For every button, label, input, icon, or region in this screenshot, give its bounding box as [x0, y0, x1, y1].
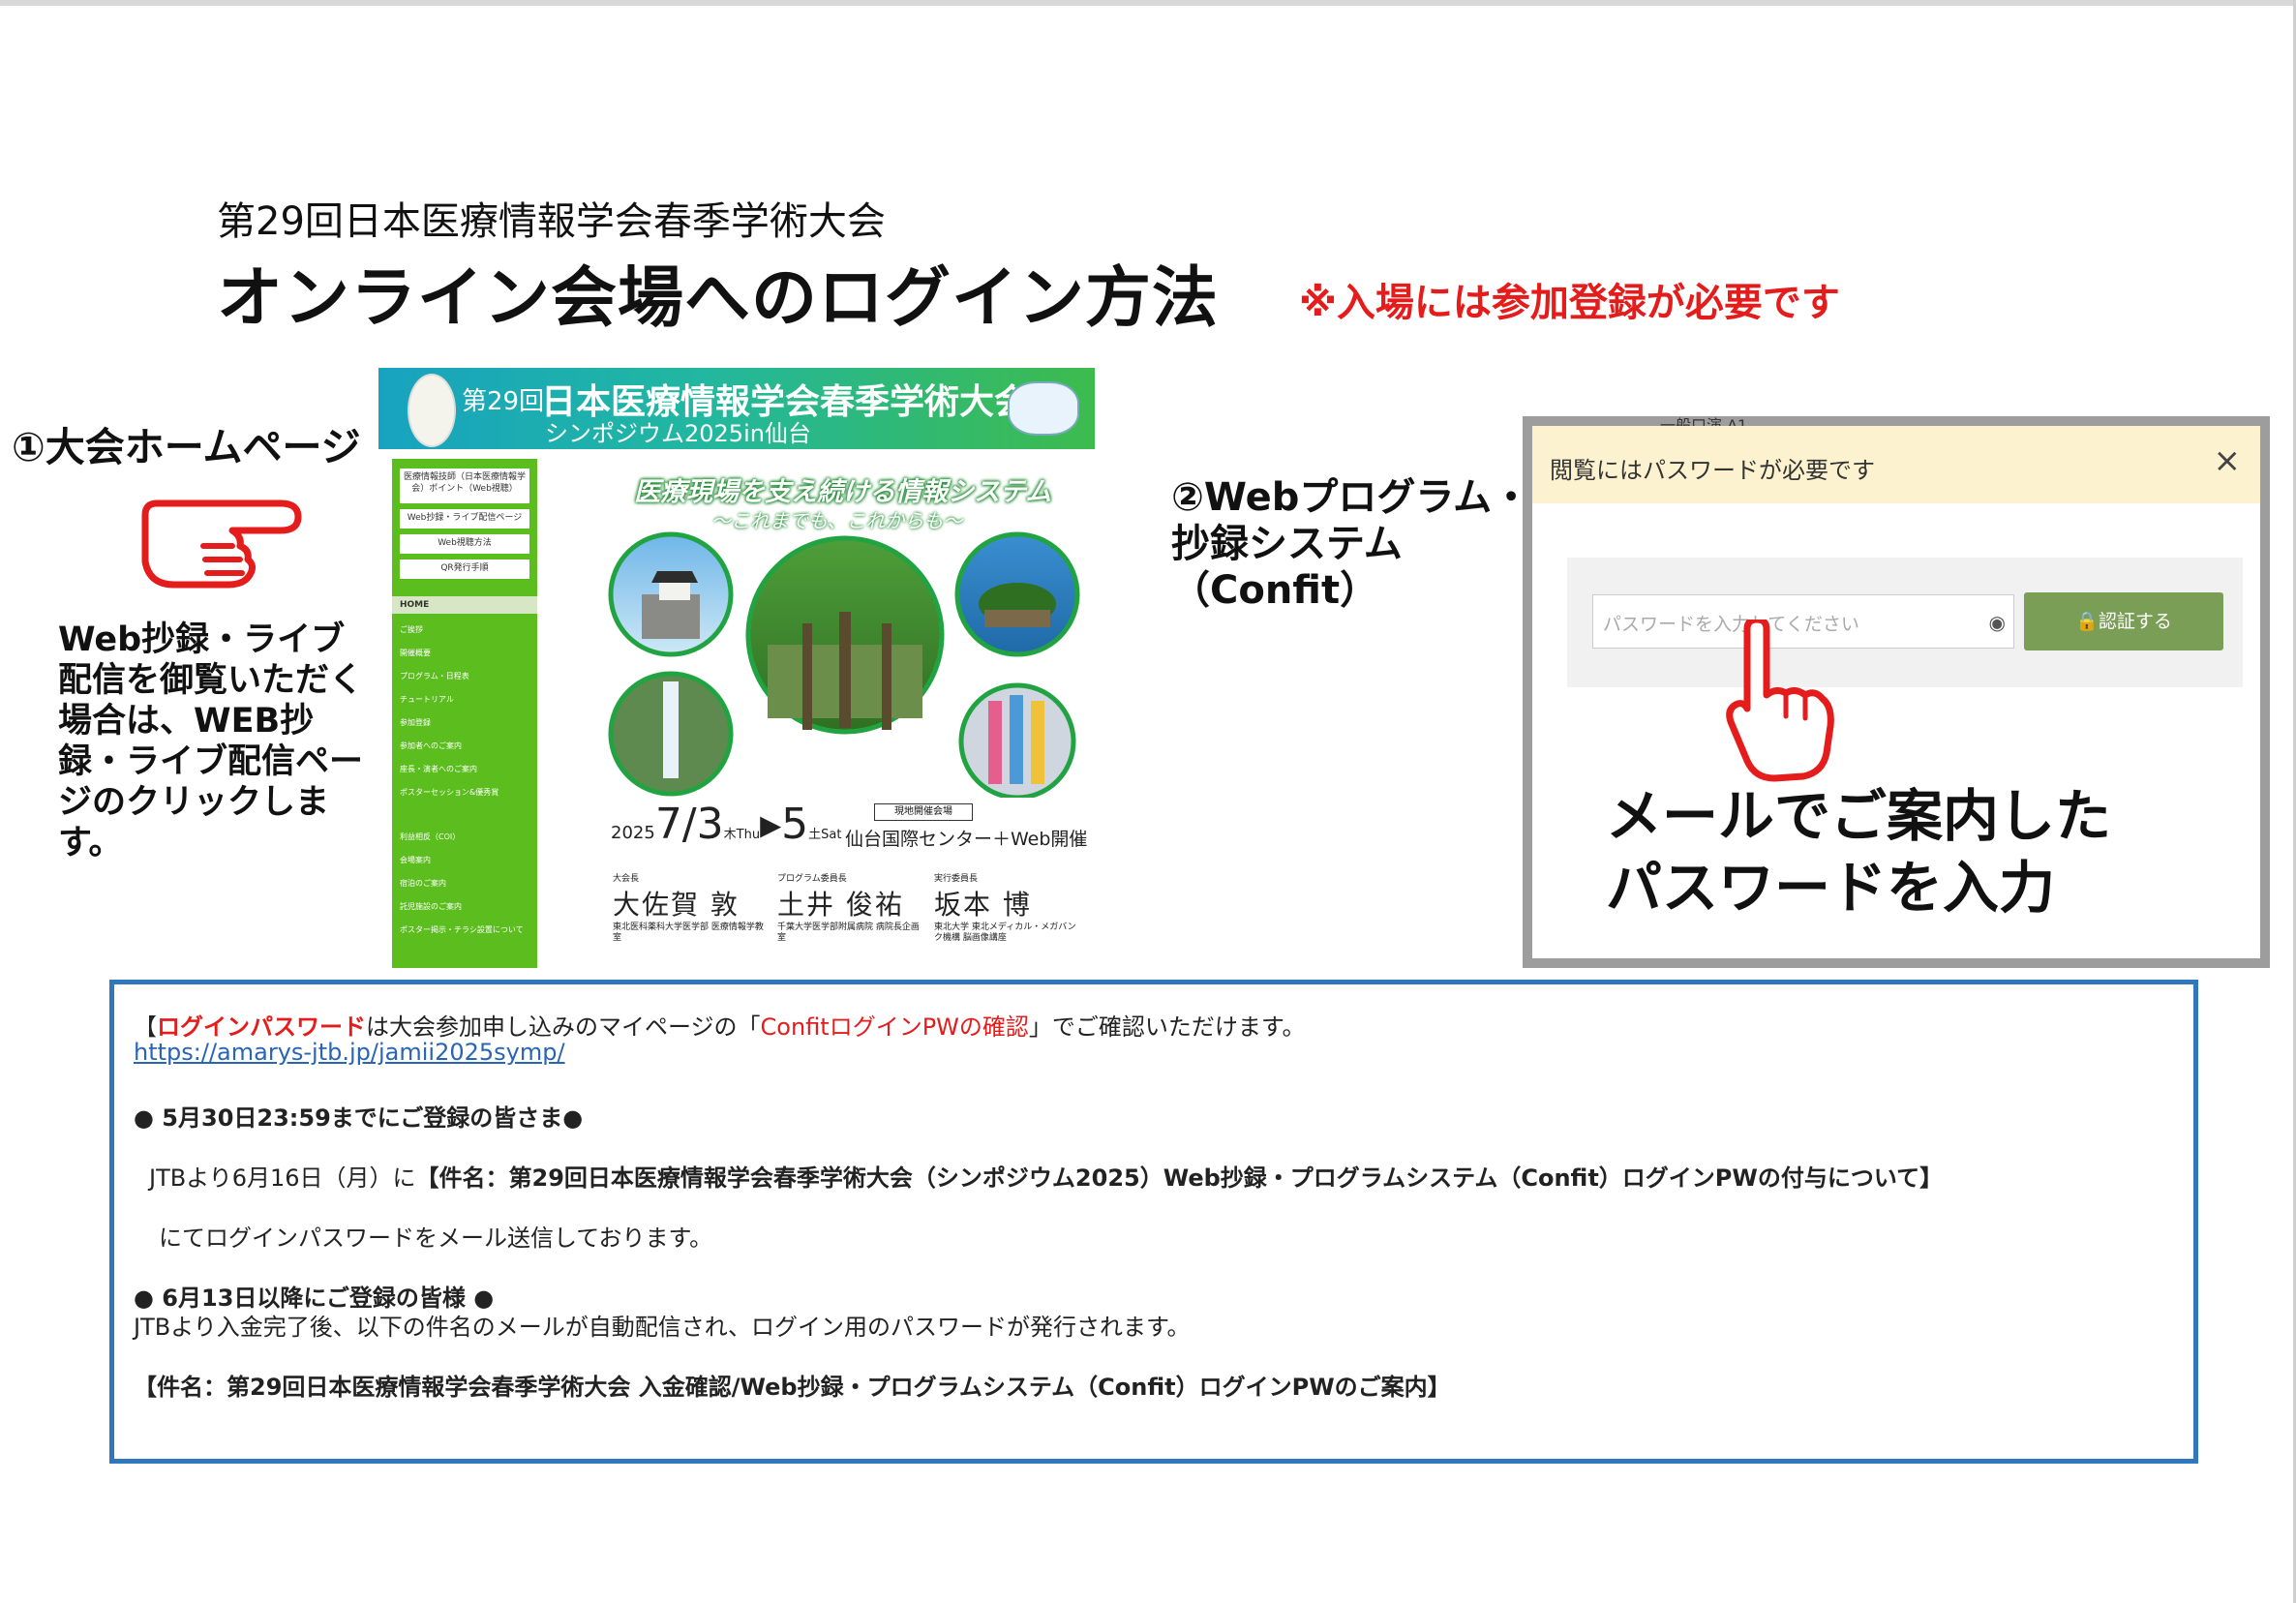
date-arrow: ▸: [760, 800, 782, 849]
password-location-line: 【ログインパスワードは大会参加申し込みのマイページの「ConfitログインPWの…: [134, 1008, 1306, 1042]
date-start-dow: 木: [723, 828, 737, 842]
registration-link[interactable]: https://amarys-jtb.jp/jamii2025symp/: [134, 1039, 565, 1066]
sidebar-item[interactable]: 座長・演者へのご案内: [400, 765, 535, 774]
conference-subtitle: 第29回日本医療情報学会春季学術大会: [217, 199, 886, 244]
sidebar-item[interactable]: ポスター掲示・チラシ設置について: [400, 925, 535, 935]
date-end-en: Sat: [821, 828, 842, 842]
banner-symposium: シンポジウム2025in仙台: [545, 420, 811, 447]
line-text: JTBより6月16日（月）に: [149, 1164, 416, 1192]
sidebar-item[interactable]: チュートリアル: [400, 695, 535, 705]
organizer-affiliation: 千葉大学医学部附属病院 病院長企画室: [777, 922, 920, 943]
organizer-role: プログラム委員長: [777, 874, 847, 884]
modal-header: 閲覧にはパスワードが必要です ×: [1532, 426, 2260, 503]
organizer: 実行委員長 坂本 博 東北大学 東北メディカル・メガバンク機構 脳画像講座: [934, 871, 1079, 944]
line-text: は大会参加申し込みのマイページの「: [366, 1013, 761, 1041]
date-start-en: Thu: [736, 828, 761, 842]
step2-label-line: （Confit）: [1171, 568, 1379, 613]
pointing-hand-right-icon: [141, 499, 302, 589]
modal-body: パスワードを入力してください ◉ 🔒認証する: [1567, 558, 2243, 687]
homepage-tagline-sub: 〜これまでも、これからも〜: [711, 509, 963, 532]
section1-heading: ● 5月30日23:59までにご登録の皆さま●: [134, 1104, 584, 1132]
organizer-affiliation: 東北医科薬科大学医学部 医療情報学教室: [613, 922, 764, 943]
venue: 仙台国際センター＋Web開催: [845, 829, 1088, 850]
sidebar-item[interactable]: 会場案内: [400, 856, 535, 865]
date-end-dow: 土: [808, 828, 822, 842]
eye-icon[interactable]: ◉: [1989, 611, 2006, 634]
mail-subject: 【件名：第29回日本医療情報学会春季学術大会（シンポジウム2025）Web抄録・…: [415, 1164, 1944, 1192]
sidebar-box-points[interactable]: 医療情報技師（日本医療情報学会）ポイント（Web視聴）: [400, 469, 529, 503]
sidebar-item[interactable]: ご挨拶: [400, 625, 535, 635]
section1-line2: にてログインパスワードをメール送信しております。: [159, 1225, 713, 1252]
jami-logo-icon: [408, 374, 456, 447]
organizer: 大会長 大佐賀 敦 東北医科薬科大学医学部 医療情報学教室: [613, 871, 768, 944]
pointing-hand-down-icon: [1726, 620, 1834, 782]
organizer-role: 実行委員長: [934, 874, 979, 884]
registration-notice: ※入場には参加登録が必要です: [1299, 281, 1840, 325]
banner-ordinal: 第29回: [462, 387, 545, 416]
step2-label-line: ②Webプログラム・: [1171, 475, 1531, 520]
homepage-banner: 第29回 日本医療情報学会春季学術大会 シンポジウム2025in仙台: [378, 368, 1095, 449]
password-modal: 閲覧にはパスワードが必要です × パスワードを入力してください ◉ 🔒認証する …: [1532, 426, 2260, 958]
sidebar-item[interactable]: 参加登録: [400, 718, 535, 728]
sidebar-home[interactable]: HOME: [392, 596, 537, 614]
sidebar-item[interactable]: 宿泊のご案内: [400, 879, 535, 889]
step1-description: Web抄録・ライブ配信を御覧いただく場合は、WEB抄録・ライブ配信ページのクリッ…: [58, 620, 364, 862]
sendai-photo-collage: [608, 531, 1080, 798]
section2-line1: JTBより入金完了後、以下の件名のメールが自動配信され、ログイン用のパスワードが…: [134, 1314, 1191, 1341]
top-border: [0, 0, 2296, 6]
section1-line1: JTBより6月16日（月）に【件名：第29回日本医療情報学会春季学術大会（シンポ…: [149, 1159, 1943, 1193]
organizer: プログラム委員長 土井 俊祐 千葉大学医学部附属病院 病院長企画室: [777, 871, 922, 944]
sidebar-box-qr[interactable]: QR発行手順: [400, 560, 529, 579]
step1-label: ①大会ホームページ: [12, 424, 361, 470]
confit-pw-label: ConfitログインPWの確認: [760, 1013, 1029, 1041]
line-text: 」でご確認いただけます。: [1028, 1013, 1306, 1041]
authenticate-button[interactable]: 🔒認証する: [2024, 592, 2223, 650]
sidebar-item[interactable]: 開催概要: [400, 649, 535, 658]
confit-screenshot: 一般口演 A1 閲覧にはパスワードが必要です × パスワードを入力してください …: [1523, 416, 2270, 968]
sidebar-item[interactable]: ポスターセッション&優秀賞: [400, 788, 535, 798]
homepage-screenshot[interactable]: 第29回 日本医療情報学会春季学術大会 シンポジウム2025in仙台 医療情報技…: [378, 368, 1095, 968]
organizer-role: 大会長: [613, 874, 640, 884]
step2-label-line: 抄録システム: [1171, 522, 1403, 566]
login-info-box: 【ログインパスワードは大会参加申し込みのマイページの「ConfitログインPWの…: [109, 980, 2198, 1464]
section2-line2: 【件名：第29回日本医療情報学会春季学術大会 入金確認/Web抄録・プログラムシ…: [134, 1374, 1451, 1401]
instruction-line: パスワードを入力: [1606, 855, 2056, 921]
jami-emblem-icon: [1008, 381, 1079, 436]
instruction-line: メールでご案内した: [1606, 783, 2112, 849]
homepage-sidebar: 医療情報技師（日本医療情報学会）ポイント（Web視聴） Web抄録・ライブ配信ペ…: [392, 459, 537, 968]
organizer-name: 土井 俊祐: [777, 889, 904, 921]
sidebar-item[interactable]: プログラム・日程表: [400, 672, 535, 681]
sidebar-item[interactable]: 託児施設のご案内: [400, 902, 535, 912]
page-title: オンライン会場へのログイン方法: [217, 260, 1220, 337]
login-password-label: ログインパスワード: [157, 1013, 366, 1041]
organizer-affiliation: 東北大学 東北メディカル・メガバンク機構 脳画像講座: [934, 922, 1076, 943]
bracket: 【: [134, 1013, 157, 1041]
date-end: 5: [781, 800, 809, 849]
sidebar-item[interactable]: 参加者へのご案内: [400, 741, 535, 751]
sidebar-box-web-viewing[interactable]: Web視聴方法: [400, 534, 529, 554]
date-year: 2025: [611, 823, 655, 843]
sidebar-item[interactable]: 利益相反（COI）: [400, 832, 535, 842]
sidebar-box-web-live[interactable]: Web抄録・ライブ配信ページ: [400, 509, 529, 529]
modal-title: 閲覧にはパスワードが必要です: [1550, 457, 1875, 484]
homepage-date: 20257/3木Thu▸5土Sat: [611, 800, 842, 849]
organizer-name: 坂本 博: [934, 889, 1032, 921]
close-icon[interactable]: ×: [2214, 441, 2242, 480]
homepage-tagline: 医療現場を支え続ける情報システム: [634, 477, 1052, 507]
password-instruction: メールでご案内した パスワードを入力: [1606, 780, 2111, 923]
date-start: 7/3: [654, 800, 724, 849]
organizer-name: 大佐賀 敦: [613, 889, 740, 921]
step2-label: ②Webプログラム・ 抄録システム （Confit）: [1171, 474, 1530, 614]
venue-tag: 現地開催会場: [874, 803, 973, 821]
